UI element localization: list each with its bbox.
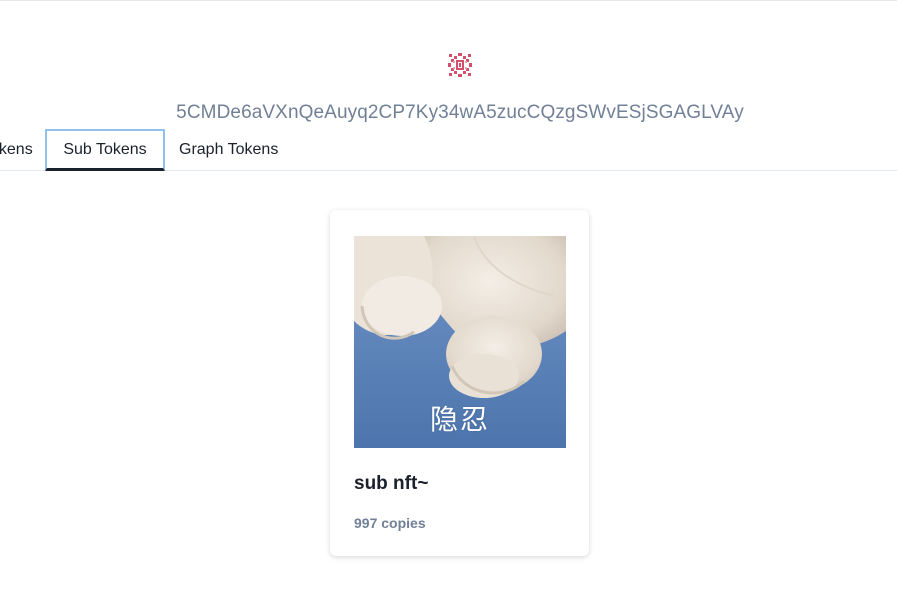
- tab-graph-tokens[interactable]: Graph Tokens: [179, 129, 278, 171]
- tab-sub-tokens[interactable]: Sub Tokens: [45, 129, 165, 171]
- account-page: 5CMDe6aVXnQeAuyq2CP7Ky34wA5zucCQzgSWvESj…: [0, 0, 897, 610]
- image-caption: 隐忍: [429, 403, 490, 436]
- nft-copies: 997 copies: [354, 515, 426, 531]
- tab-tokens[interactable]: Tokens: [0, 129, 42, 171]
- identicon-icon: [448, 53, 472, 77]
- nft-card[interactable]: 隐忍 sub nft~ 997 copies: [330, 210, 589, 556]
- nft-title: sub nft~: [354, 473, 429, 494]
- tab-bar: Tokens Sub Tokens Graph Tokens: [0, 129, 897, 171]
- account-address: 5CMDe6aVXnQeAuyq2CP7Ky34wA5zucCQzgSWvESj…: [176, 102, 744, 123]
- nft-image[interactable]: 隐忍: [354, 236, 566, 448]
